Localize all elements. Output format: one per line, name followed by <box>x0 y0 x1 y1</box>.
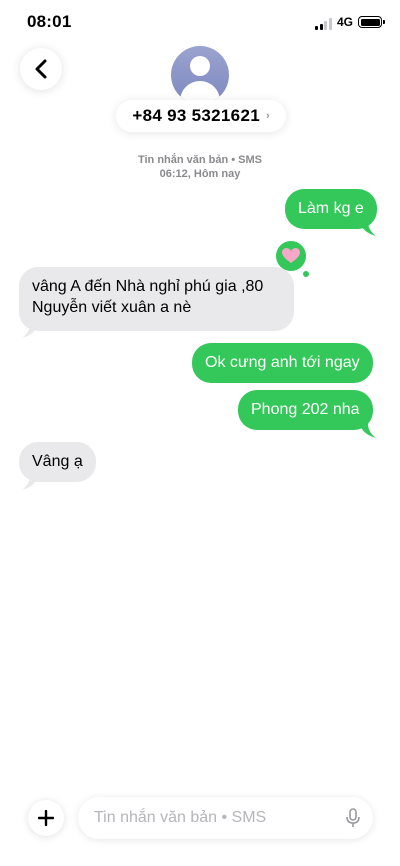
bubble-tail <box>360 222 376 236</box>
plus-icon <box>38 810 54 826</box>
chevron-left-icon <box>35 59 47 79</box>
status-bar: 08:01 4G <box>0 0 400 44</box>
message-text: Vâng ạ <box>32 453 83 470</box>
outgoing-message[interactable]: Ok cưng anh tới ngay <box>192 343 373 383</box>
bubble-tail <box>22 324 38 338</box>
add-attachment-button[interactable] <box>28 800 64 836</box>
message-text-line: Nguyễn viết xuân a nè <box>32 299 192 316</box>
contact-avatar[interactable] <box>171 46 229 104</box>
contact-name-button[interactable]: +84 93 5321621 › <box>116 100 286 132</box>
message-type-label: Tin nhắn văn bản • SMS <box>137 154 263 166</box>
bubble-tail <box>22 476 38 490</box>
signal-icon <box>315 18 332 30</box>
message-text-line: vâng A đến Nhà nghỉ phú gia ,80 <box>32 278 264 295</box>
battery-icon <box>358 16 382 28</box>
back-button[interactable] <box>20 48 62 90</box>
contact-name: +84 93 5321621 <box>132 106 260 125</box>
outgoing-message[interactable]: Phong 202 nha <box>238 390 373 430</box>
message-text: Ok cưng anh tới ngay <box>205 354 360 371</box>
heart-icon <box>282 248 300 263</box>
incoming-message[interactable]: vâng A đến Nhà nghỉ phú gia ,80 Nguyễn v… <box>19 267 294 331</box>
avatar-head <box>190 56 210 76</box>
message-text: Làm kg e <box>298 200 364 217</box>
reaction-badge[interactable] <box>276 241 306 271</box>
message-input[interactable]: Tin nhắn văn bản • SMS <box>78 797 373 839</box>
network-type: 4G <box>337 15 354 29</box>
microphone-icon[interactable] <box>345 808 361 828</box>
bubble-tail <box>360 424 376 438</box>
reaction-dot <box>303 271 309 277</box>
message-input-placeholder: Tin nhắn văn bản • SMS <box>94 809 267 826</box>
battery-cap <box>383 20 385 24</box>
chevron-right-icon: › <box>265 110 270 122</box>
message-text: Phong 202 nha <box>251 401 360 418</box>
status-time: 08:01 <box>27 12 72 31</box>
message-timestamp: 06:12, Hôm nay <box>159 168 241 180</box>
